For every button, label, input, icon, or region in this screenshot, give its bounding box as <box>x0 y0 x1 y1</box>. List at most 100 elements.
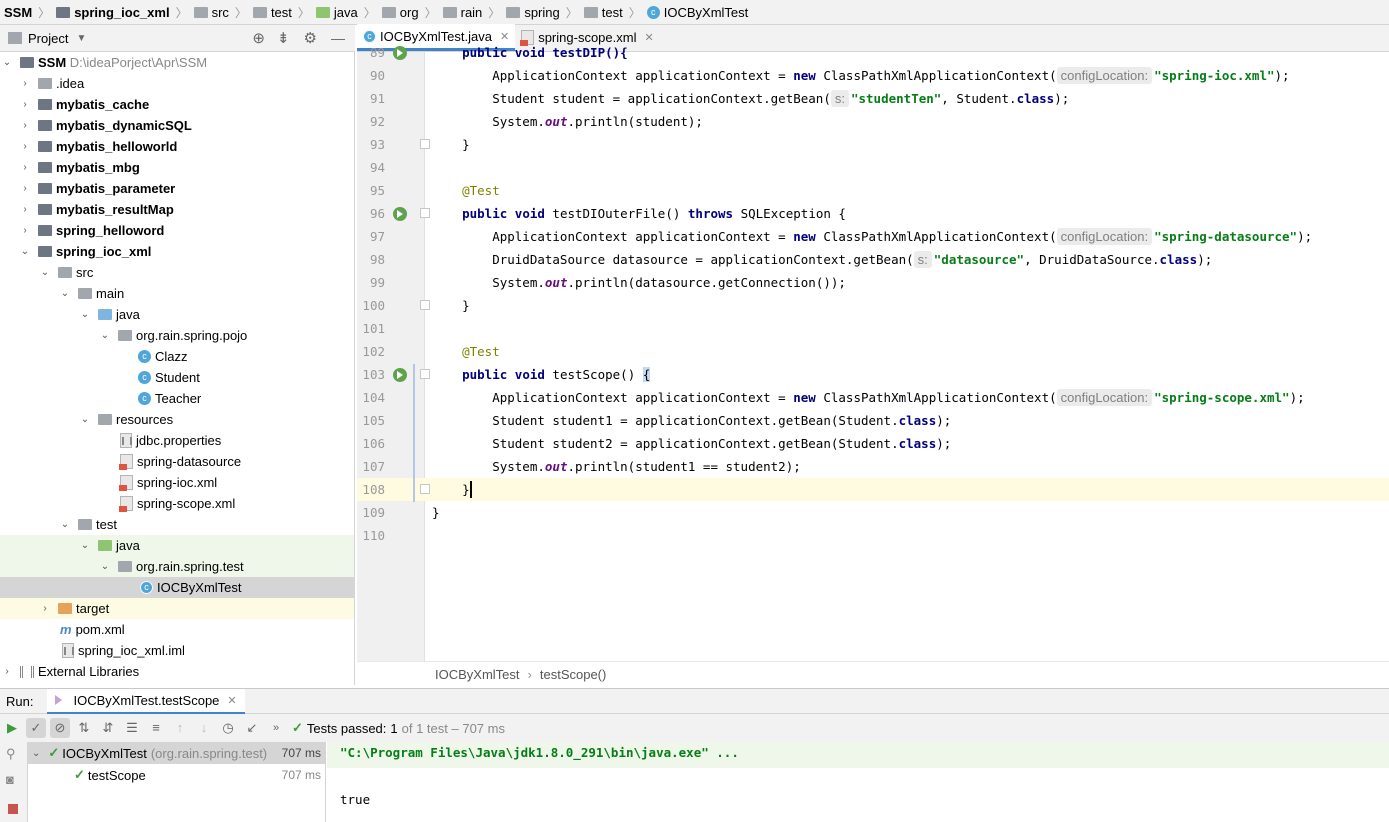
chevron-down-icon[interactable]: ▼ <box>76 33 86 44</box>
tree-node-test[interactable]: ⌄ test <box>0 514 354 535</box>
chevron-right-icon[interactable]: › <box>20 225 30 236</box>
tree-node-external-libraries[interactable]: › External Libraries <box>0 661 354 682</box>
code-editor[interactable] <box>426 52 1389 661</box>
run-console[interactable]: "C:\Program Files\Java\jdk1.8.0_291\bin\… <box>327 742 1389 822</box>
fold-marker-icon[interactable] <box>420 139 430 149</box>
chevron-down-icon[interactable]: ⌄ <box>2 57 12 68</box>
fold-marker-icon[interactable] <box>420 484 430 494</box>
chevron-down-icon[interactable]: ⌄ <box>80 414 90 425</box>
breadcrumb-spring[interactable]: spring <box>506 5 560 20</box>
spring-xml-file-icon <box>119 496 133 512</box>
tree-node-java-main[interactable]: ⌄ java <box>0 304 354 325</box>
collapse-all-icon[interactable]: ⇟ <box>277 29 290 47</box>
editor-breadcrumb-class[interactable]: IOCByXmlTest <box>435 667 520 682</box>
sort-alphabetically-icon[interactable]: ⇅ <box>74 718 94 738</box>
rerun-icon[interactable]: ▶ <box>2 718 22 738</box>
sort-by-duration-icon[interactable]: ⇵ <box>98 718 118 738</box>
chevron-down-icon[interactable]: ⌄ <box>80 540 90 551</box>
import-tests-icon[interactable]: ↙ <box>242 718 262 738</box>
tree-node-spring-scope[interactable]: spring-scope.xml <box>0 493 354 514</box>
tree-node-iml[interactable]: spring_ioc_xml.iml <box>0 640 354 661</box>
tree-node-mybatis-helloworld[interactable]: › mybatis_helloworld <box>0 136 354 157</box>
history-icon[interactable]: ◷ <box>218 718 238 738</box>
chevron-right-icon[interactable]: › <box>2 666 12 677</box>
tree-node-spring-ioc-xml[interactable]: ⌄ spring_ioc_xml <box>0 241 354 262</box>
tree-node-java-test[interactable]: ⌄ java <box>0 535 354 556</box>
chevron-down-icon[interactable]: ⌄ <box>100 330 110 341</box>
chevron-right-icon[interactable]: › <box>20 204 30 215</box>
tree-node-spring-datasource[interactable]: spring-datasource <box>0 451 354 472</box>
editor-breadcrumb-method[interactable]: testScope() <box>540 667 606 682</box>
breadcrumb-rain[interactable]: rain <box>442 5 482 20</box>
tree-node-mybatis-dynamicsql[interactable]: › mybatis_dynamicSQL <box>0 115 354 136</box>
close-icon[interactable]: ✕ <box>227 694 236 707</box>
chevron-right-icon[interactable]: › <box>20 162 30 173</box>
tree-node-main[interactable]: ⌄ main <box>0 283 354 304</box>
breadcrumb-src[interactable]: src <box>193 5 229 20</box>
chevron-down-icon[interactable]: ⌄ <box>60 519 70 530</box>
chevron-right-icon[interactable]: › <box>20 141 30 152</box>
tree-node-mybatis-resultmap[interactable]: › mybatis_resultMap <box>0 199 354 220</box>
show-passed-icon[interactable]: ✓ <box>26 718 46 738</box>
tree-node-student[interactable]: c Student <box>0 367 354 388</box>
tree-node-jdbc-properties[interactable]: jdbc.properties <box>0 430 354 451</box>
tree-node-clazz[interactable]: c Clazz <box>0 346 354 367</box>
tree-node-teacher[interactable]: c Teacher <box>0 388 354 409</box>
tree-node-test-package[interactable]: ⌄ org.rain.spring.test <box>0 556 354 577</box>
tree-node-ssm[interactable]: ⌄ SSM D:\ideaPorject\Apr\SSM <box>0 52 354 73</box>
tree-node-pojo-package[interactable]: ⌄ org.rain.spring.pojo <box>0 325 354 346</box>
chevron-right-icon[interactable]: › <box>20 78 30 89</box>
tree-node-pom[interactable]: m pom.xml <box>0 619 354 640</box>
tree-node-spring-helloword[interactable]: › spring_helloword <box>0 220 354 241</box>
next-failed-icon[interactable]: ↓ <box>194 718 214 738</box>
close-icon[interactable]: ✕ <box>644 31 653 44</box>
expand-all-icon[interactable]: ☰ <box>122 718 142 738</box>
tree-node-mybatis-parameter[interactable]: › mybatis_parameter <box>0 178 354 199</box>
tree-node-iocbyxmltest[interactable]: c IOCByXmlTest <box>0 577 354 598</box>
fold-marker-icon[interactable] <box>420 208 430 218</box>
breadcrumb-test-pkg[interactable]: test <box>583 5 623 20</box>
chevron-down-icon[interactable]: ⌄ <box>60 288 70 299</box>
project-view-selector[interactable]: Project <box>28 31 68 46</box>
run-tab[interactable]: IOCByXmlTest.testScope ✕ <box>47 688 245 714</box>
run-test-icon[interactable] <box>393 368 407 382</box>
tree-node-mybatis-mbg[interactable]: › mybatis_mbg <box>0 157 354 178</box>
more-icon[interactable]: » <box>266 718 286 738</box>
tree-node-target[interactable]: › target <box>0 598 354 619</box>
locate-icon[interactable]: ⊕ <box>252 29 265 47</box>
tree-node-idea[interactable]: › .idea <box>0 73 354 94</box>
chevron-right-icon[interactable]: › <box>20 183 30 194</box>
camera-icon[interactable]: ◙ <box>6 772 14 787</box>
stop-red-icon[interactable] <box>8 804 18 814</box>
breadcrumb-class[interactable]: c IOCByXmlTest <box>646 5 748 20</box>
breadcrumb-test[interactable]: test <box>252 5 292 20</box>
chevron-down-icon[interactable]: ⌄ <box>100 561 110 572</box>
breadcrumb-ssm[interactable]: SSM <box>4 5 32 20</box>
chevron-down-icon[interactable]: ⌄ <box>80 309 90 320</box>
minimize-icon[interactable]: — <box>331 30 345 46</box>
breadcrumb-java[interactable]: java <box>315 5 358 20</box>
fold-marker-icon[interactable] <box>420 369 430 379</box>
breadcrumb-module[interactable]: spring_ioc_xml <box>56 5 170 20</box>
stop-icon[interactable]: ⚲ <box>6 746 16 762</box>
chevron-down-icon[interactable]: ⌄ <box>40 267 50 278</box>
tree-node-mybatis-cache[interactable]: › mybatis_cache <box>0 94 354 115</box>
run-test-icon[interactable] <box>393 46 407 60</box>
show-ignored-icon[interactable]: ⊘ <box>50 718 70 738</box>
previous-failed-icon[interactable]: ↑ <box>170 718 190 738</box>
tree-node-resources[interactable]: ⌄ resources <box>0 409 354 430</box>
test-suite-row[interactable]: ⌄ ✓ IOCByXmlTest (org.rain.spring.test) … <box>28 742 325 764</box>
chevron-down-icon[interactable]: ⌄ <box>32 748 40 759</box>
breadcrumb-org[interactable]: org <box>381 5 419 20</box>
chevron-right-icon[interactable]: › <box>20 120 30 131</box>
test-case-row[interactable]: ✓ testScope 707 ms <box>28 764 325 786</box>
chevron-right-icon[interactable]: › <box>40 603 50 614</box>
tree-node-src[interactable]: ⌄ src <box>0 262 354 283</box>
chevron-right-icon[interactable]: › <box>20 99 30 110</box>
fold-marker-icon[interactable] <box>420 300 430 310</box>
tree-node-spring-ioc[interactable]: spring-ioc.xml <box>0 472 354 493</box>
run-test-icon[interactable] <box>393 207 407 221</box>
chevron-down-icon[interactable]: ⌄ <box>20 246 30 257</box>
collapse-all-icon[interactable]: ≡ <box>146 718 166 738</box>
gear-icon[interactable]: ⚙ <box>304 29 317 47</box>
